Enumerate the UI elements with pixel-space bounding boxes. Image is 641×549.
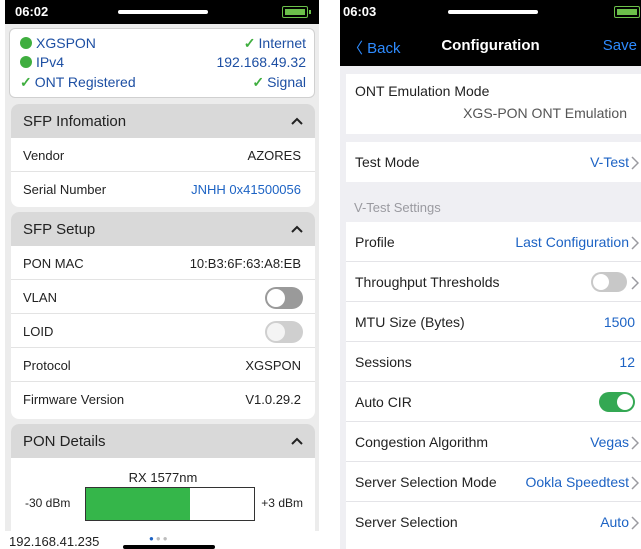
sfp-information-section: SFP Infomation Vendor AZORES Serial Numb… [11, 104, 315, 207]
pon-details-header[interactable]: PON Details [11, 424, 315, 458]
sessions-value[interactable]: 12 [619, 354, 635, 370]
server-selection-row[interactable]: Server Selection Auto [346, 502, 641, 542]
sfp-setup-header[interactable]: SFP Setup [11, 212, 315, 246]
protocol-row: Protocol XGSPON [11, 348, 315, 382]
save-button[interactable]: Save [603, 37, 637, 54]
status-row-registration: ✓ ONT Registered ✓ Signal [20, 74, 306, 90]
battery-charging-icon [614, 6, 640, 18]
gauge-min-label: -30 dBm [25, 496, 71, 510]
throughput-thresholds-row[interactable]: Throughput Thresholds [346, 262, 641, 302]
connection-status-panel: XGSPON ✓ Internet IPv4 192.168.49.32 ✓ ONT… [9, 28, 315, 98]
right-phone-screen: 06:03 〈 Back Configuration Save ONT Emul… [340, 0, 641, 549]
chevron-right-icon [631, 236, 639, 250]
firmware-version-row: Firmware Version V1.0.29.2 [23, 392, 301, 407]
vlan-toggle[interactable] [265, 287, 303, 309]
page-indicator[interactable]: ●●● [149, 534, 170, 543]
status-bar: 06:02 [5, 0, 319, 24]
dynamic-island [448, 10, 538, 14]
chevron-right-icon [631, 476, 639, 490]
ont-mode-label: ONT Emulation Mode [355, 83, 490, 99]
sfp-information-header[interactable]: SFP Infomation [11, 104, 315, 138]
battery-charging-icon [282, 6, 311, 18]
chevron-up-icon [291, 437, 303, 445]
chevron-up-icon [291, 225, 303, 233]
pon-mac-row: PON MAC 10:B3:6F:63:A8:EB [11, 246, 315, 280]
status-row-ip: IPv4 192.168.49.32 [20, 54, 306, 74]
check-icon: ✓ [20, 74, 32, 90]
check-icon: ✓ [243, 35, 256, 51]
mtu-size-value[interactable]: 1500 [604, 314, 635, 330]
chevron-right-icon [631, 436, 639, 450]
loid-toggle[interactable] [265, 321, 303, 343]
chevron-up-icon [291, 117, 303, 125]
navigation-bar: 〈 Back Configuration Save [340, 24, 641, 66]
serial-number-row: Serial Number JNHH 0x41500056 [23, 182, 301, 197]
auto-cir-toggle[interactable] [599, 392, 635, 412]
throughput-thresholds-toggle[interactable] [591, 272, 627, 292]
green-dot-icon [20, 56, 32, 68]
dynamic-island [118, 10, 208, 14]
vtest-settings-card: Profile Last Configuration Throughput Th… [346, 222, 641, 549]
device-ip: 192.168.41.235 [9, 534, 100, 549]
congestion-algorithm-row[interactable]: Congestion Algorithm Vegas [346, 422, 641, 462]
sfp-setup-section: SFP Setup PON MAC 10:B3:6F:63:A8:EB VLAN… [11, 212, 315, 419]
sessions-row[interactable]: Sessions 12 [346, 342, 641, 382]
clock: 06:03 [343, 4, 377, 19]
chevron-right-icon [631, 516, 639, 530]
rx-power-gauge [85, 487, 255, 521]
rx-gauge-title: RX 1577nm [128, 470, 198, 485]
vendor-row: Vendor AZORES [11, 138, 315, 172]
profile-row[interactable]: Profile Last Configuration [346, 222, 641, 262]
page-title: Configuration [441, 37, 540, 54]
status-bar: 06:03 [340, 0, 641, 24]
chevron-right-icon [631, 276, 639, 290]
mtu-size-row[interactable]: MTU Size (Bytes) 1500 [346, 302, 641, 342]
serial-number-link[interactable]: JNHH 0x41500056 [191, 182, 301, 197]
ont-emulation-mode-card[interactable]: ONT Emulation Mode XGS-PON ONT Emulation [346, 74, 641, 134]
clock: 06:02 [15, 4, 49, 19]
test-mode-card: Test Mode V-Test [346, 142, 641, 182]
gauge-max-label: +3 dBm [261, 496, 303, 510]
left-phone-screen: 06:02 XGSPON ✓ Internet IPv4 192.168.49.3… [5, 0, 319, 549]
status-row-protocol: XGSPON ✓ Internet [20, 35, 306, 55]
ont-mode-value: XGS-PON ONT Emulation [463, 105, 627, 121]
pon-details-section: PON Details RX 1577nm -30 dBm +3 dBm [11, 424, 315, 544]
green-dot-icon [20, 37, 32, 49]
bottom-bar: 192.168.41.235 ●●● [5, 531, 319, 549]
test-mode-row[interactable]: Test Mode V-Test [346, 142, 641, 182]
auto-cir-row: Auto CIR [346, 382, 641, 422]
chevron-right-icon [631, 156, 639, 170]
vtest-settings-heading: V-Test Settings [354, 200, 441, 215]
check-icon: ✓ [252, 74, 265, 90]
rx-power-level-bar [86, 488, 191, 520]
vlan-row: VLAN [11, 280, 315, 314]
home-indicator [123, 545, 215, 549]
loid-row: LOID [11, 314, 315, 348]
server-selection-mode-row[interactable]: Server Selection Mode Ookla Speedtest [346, 462, 641, 502]
